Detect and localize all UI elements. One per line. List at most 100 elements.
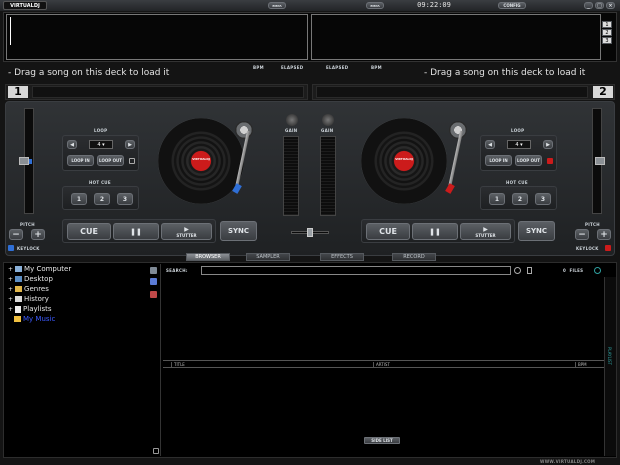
turntable-right[interactable]: VIRTUALDJ	[361, 118, 447, 204]
loop-up-left[interactable]: ▶	[125, 140, 135, 149]
volume-fader-left[interactable]	[283, 136, 299, 216]
config-button[interactable]: CONFIG	[498, 2, 526, 9]
loop-value-right-text: 4	[515, 141, 519, 148]
loop-value-right[interactable]: 4 ▾	[507, 140, 531, 149]
play-button-left[interactable]: ❚❚	[113, 223, 159, 240]
pitch-marker-left	[29, 159, 32, 164]
play-button-right[interactable]: ❚❚	[412, 223, 458, 240]
top-mid-button[interactable]: EMPA	[366, 2, 384, 9]
gain-knob-right[interactable]	[322, 114, 334, 126]
hot-cue-2-left[interactable]: 2	[94, 193, 110, 205]
search-options-icon[interactable]	[527, 267, 532, 274]
deck-selector: 1 2 3	[602, 21, 612, 44]
pitch-slider-right-handle[interactable]	[595, 157, 605, 165]
stutter-button-left[interactable]: ▶ STUTTER	[161, 223, 212, 240]
waveform-left[interactable]	[6, 14, 308, 60]
tab-effects[interactable]: EFFECTS	[320, 253, 364, 261]
expand-icon[interactable]: +	[8, 306, 13, 313]
loop-up-right[interactable]: ▶	[543, 140, 553, 149]
tab-browser[interactable]: BROWSER	[186, 253, 230, 261]
turntable-left[interactable]: VIRTUALDJ	[158, 118, 244, 204]
turntable-label-right: VIRTUALDJ	[395, 157, 413, 161]
cue-button-right[interactable]: CUE	[366, 223, 410, 240]
hot-cue-1-left[interactable]: 1	[71, 193, 87, 205]
playlist-icon	[15, 305, 22, 313]
waveform-marker	[10, 17, 11, 45]
folder-genres[interactable]: + Genres	[8, 284, 160, 294]
stutter-button-right[interactable]: ▶ STUTTER	[460, 223, 511, 240]
pitch-plus-left[interactable]: +	[31, 229, 45, 240]
pitch-slider-left-handle[interactable]	[19, 157, 29, 165]
deck-selector-3[interactable]: 3	[602, 37, 612, 44]
loop-lock-icon-right[interactable]	[547, 158, 553, 164]
pitch-label-left: PITCH	[20, 222, 35, 227]
column-header-artist[interactable]: ARTIST	[373, 362, 573, 367]
tree-tool-icon-2[interactable]	[150, 278, 157, 285]
deck-selector-1[interactable]: 1	[602, 21, 612, 28]
loop-out-right[interactable]: LOOP OUT	[515, 155, 542, 166]
tree-tool-icon-3[interactable]	[150, 291, 157, 298]
expand-icon[interactable]: +	[8, 286, 13, 293]
cue-button-left[interactable]: CUE	[67, 223, 111, 240]
crossfader-handle[interactable]	[307, 228, 313, 237]
folder-history[interactable]: + History	[8, 294, 160, 304]
stutter-label-right: STUTTER	[475, 232, 496, 238]
deck-selector-2[interactable]: 2	[602, 29, 612, 36]
hot-cue-1-right[interactable]: 1	[489, 193, 505, 205]
minimize-button[interactable]: _	[584, 2, 593, 9]
top-bar: VIRTUALDJ EMPA EMPA 09:22:09 CONFIG _ □ …	[0, 0, 620, 11]
tree-tool-icon-1[interactable]	[150, 267, 157, 274]
pitch-slider-right[interactable]	[592, 108, 605, 214]
app-logo-text: VIRTUALDJ	[10, 2, 40, 9]
pitch-slider-left[interactable]	[19, 108, 34, 214]
pitch-minus-right[interactable]: −	[575, 229, 589, 240]
sidelist-toggle[interactable]: SIDE LIST	[364, 437, 400, 444]
waveform-right[interactable]	[311, 14, 601, 60]
pitch-plus-right[interactable]: +	[597, 229, 611, 240]
expand-icon[interactable]: +	[8, 266, 13, 273]
search-clear-icon[interactable]	[514, 267, 521, 274]
sync-button-left[interactable]: SYNC	[220, 221, 257, 241]
column-header-title[interactable]: TITLE	[171, 362, 371, 367]
top-left-button[interactable]: EMPA	[268, 2, 286, 9]
loop-value-left[interactable]: 4 ▾	[89, 140, 113, 149]
folder-my-computer[interactable]: + My Computer	[8, 264, 160, 274]
deck-right-prompt: - Drag a song on this deck to load it	[424, 68, 586, 78]
loop-in-right[interactable]: LOOP IN	[485, 155, 512, 166]
files-count: 0 FILES	[563, 268, 583, 273]
keylock-icon-left[interactable]	[8, 245, 14, 251]
expand-icon[interactable]: +	[8, 276, 13, 283]
lock-icon[interactable]	[153, 448, 159, 454]
column-header-bpm[interactable]: BPM	[575, 362, 603, 367]
crossfader[interactable]	[291, 228, 329, 237]
loop-lock-icon-left[interactable]	[129, 158, 135, 164]
sync-button-right[interactable]: SYNC	[518, 221, 555, 241]
keylock-icon-right[interactable]	[605, 245, 611, 251]
folder-label: My Music	[23, 315, 56, 323]
playlist-tab[interactable]: PLAYLIST	[604, 277, 616, 456]
search-input[interactable]	[201, 266, 511, 275]
tab-record[interactable]: RECORD	[392, 253, 436, 261]
close-button[interactable]: ×	[606, 2, 615, 9]
hot-cue-title-right: HOT CUE	[506, 180, 528, 185]
tab-sampler[interactable]: SAMPLER	[246, 253, 290, 261]
folder-my-music[interactable]: My Music	[14, 314, 160, 324]
loop-in-left[interactable]: LOOP IN	[67, 155, 94, 166]
loop-down-right[interactable]: ◀	[485, 140, 495, 149]
gain-knob-left[interactable]	[286, 114, 298, 126]
loop-out-left[interactable]: LOOP OUT	[97, 155, 124, 166]
hot-cue-3-left[interactable]: 3	[117, 193, 133, 205]
files-settings-icon[interactable]	[594, 267, 601, 274]
expand-icon[interactable]: +	[8, 296, 13, 303]
app-logo: VIRTUALDJ	[3, 1, 47, 10]
volume-fader-right[interactable]	[320, 136, 336, 216]
hot-cue-3-right[interactable]: 3	[535, 193, 551, 205]
folder-desktop[interactable]: + Desktop	[8, 274, 160, 284]
hot-cue-2-right[interactable]: 2	[512, 193, 528, 205]
loop-down-left[interactable]: ◀	[67, 140, 77, 149]
maximize-button[interactable]: □	[595, 2, 604, 9]
folder-playlists[interactable]: + Playlists	[8, 304, 160, 314]
desktop-icon	[15, 276, 23, 282]
pitch-minus-left[interactable]: −	[9, 229, 23, 240]
hot-cue-panel-left: 1 2 3	[62, 186, 139, 210]
